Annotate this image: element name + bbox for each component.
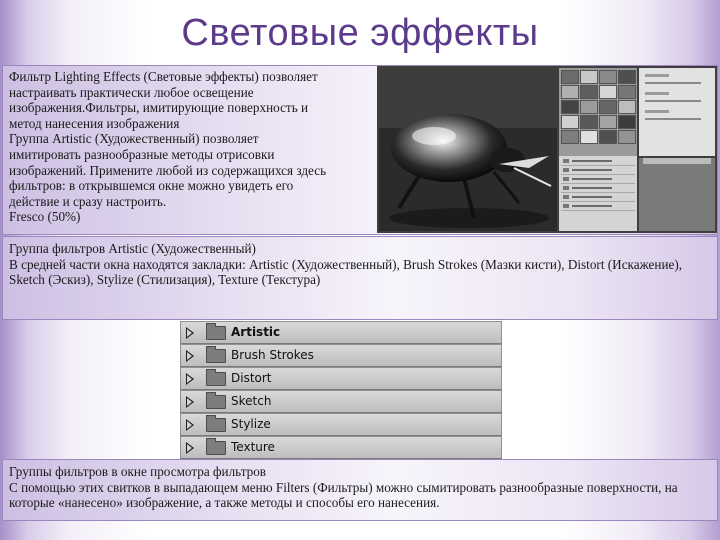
setting-label <box>645 74 669 77</box>
text-line: имитировать разнообразные методы отрисов… <box>9 146 275 162</box>
thumbnail[interactable] <box>599 100 617 114</box>
text-line: Фильтр Lighting Effects (Световые эффект… <box>9 69 318 84</box>
expand-triangle-icon[interactable] <box>186 327 194 339</box>
mini-row[interactable] <box>561 185 635 193</box>
text-line: действие и сразу настроить. <box>9 193 167 209</box>
section-heading: Группы фильтров в окне просмотра фильтро… <box>9 464 267 479</box>
setting-label <box>645 92 669 95</box>
folder-label: Texture <box>231 440 275 454</box>
thumbnail[interactable] <box>618 115 636 129</box>
folder-row-artistic[interactable]: Artistic <box>180 321 502 344</box>
folder-icon <box>206 323 226 340</box>
setting-slider[interactable] <box>645 118 701 120</box>
expand-triangle-icon[interactable] <box>186 350 194 362</box>
text-line: фильтров: в открывшемся окне можно увиде… <box>9 178 294 194</box>
filter-groups-text: Группы фильтров в окне просмотра фильтро… <box>9 464 709 511</box>
beetle-illustration <box>379 68 557 231</box>
expand-triangle-icon[interactable] <box>186 442 194 454</box>
folder-label: Distort <box>231 371 272 385</box>
folder-row-stylize[interactable]: Stylize <box>180 413 502 436</box>
folder-row-distort[interactable]: Distort <box>180 367 502 390</box>
artistic-group-text: Группа фильтров Artistic (Художественный… <box>9 241 709 288</box>
filter-settings-panel <box>639 68 715 156</box>
thumbnail[interactable] <box>561 70 579 84</box>
expand-triangle-icon[interactable] <box>186 396 194 408</box>
folder-label: Artistic <box>231 325 281 339</box>
thumbnail[interactable] <box>618 130 636 144</box>
preview-image <box>379 68 557 231</box>
thumbnail[interactable] <box>561 85 579 99</box>
text-line: изображений. Примените любой из содержащ… <box>9 162 327 178</box>
thumbnail[interactable] <box>580 130 598 144</box>
folder-row-brush-strokes[interactable]: Brush Strokes <box>180 344 502 367</box>
folder-label: Sketch <box>231 394 272 408</box>
mini-row[interactable] <box>561 194 635 202</box>
thumbnail[interactable] <box>599 85 617 99</box>
filter-thumbnails <box>559 68 637 156</box>
layer-panel <box>639 158 715 231</box>
folder-icon <box>206 369 226 386</box>
expand-triangle-icon[interactable] <box>186 373 194 385</box>
thumbnail[interactable] <box>580 85 598 99</box>
folder-icon <box>206 346 226 363</box>
folder-icon <box>206 438 226 455</box>
layer-row[interactable] <box>643 158 711 164</box>
lighting-effects-text: Фильтр Lighting Effects (Световые эффект… <box>9 69 379 225</box>
section-heading: Группа фильтров Artistic (Художественный… <box>9 241 256 256</box>
mini-row[interactable] <box>561 203 635 211</box>
thumbnail[interactable] <box>618 85 636 99</box>
setting-label <box>645 110 669 113</box>
text-line: Группа Artistic (Художественный) позволя… <box>9 131 259 147</box>
thumbnail[interactable] <box>599 130 617 144</box>
thumbnail[interactable] <box>618 100 636 114</box>
thumbnail[interactable] <box>580 115 598 129</box>
text-line: Fresco (50%) <box>9 209 81 225</box>
mini-row[interactable] <box>561 167 635 175</box>
folder-label: Stylize <box>231 417 271 431</box>
folder-label: Brush Strokes <box>231 348 314 362</box>
thumbnail[interactable] <box>561 100 579 114</box>
text-box-artistic-group: Группа фильтров Artistic (Художественный… <box>2 236 718 320</box>
thumbnail[interactable] <box>599 115 617 129</box>
thumbnail[interactable] <box>580 100 598 114</box>
slide-title: Световые эффекты <box>181 12 539 54</box>
text-line: метод нанесения изображения <box>9 115 180 131</box>
thumbnail[interactable] <box>561 130 579 144</box>
filter-folder-list: Artistic Brush Strokes Distort Sketch St… <box>180 321 502 459</box>
text-box-filter-groups: Группы фильтров в окне просмотра фильтро… <box>2 459 718 521</box>
text-line: изображения.Фильтры, имитирующие поверхн… <box>9 100 309 116</box>
folder-icon <box>206 392 226 409</box>
thumbnail[interactable] <box>561 115 579 129</box>
mini-row[interactable] <box>561 176 635 184</box>
thumbnail[interactable] <box>599 70 617 84</box>
folder-icon <box>206 415 226 432</box>
filter-gallery-screenshot <box>377 66 717 233</box>
thumbnail[interactable] <box>580 70 598 84</box>
thumbnail[interactable] <box>618 70 636 84</box>
slide: Световые эффекты Фильтр Lighting Effects… <box>0 0 720 540</box>
section-body: В средней части окна находятся закладки:… <box>9 256 683 288</box>
folder-row-texture[interactable]: Texture <box>180 436 502 459</box>
expand-triangle-icon[interactable] <box>186 419 194 431</box>
setting-slider[interactable] <box>645 82 701 84</box>
filter-folder-list-mini <box>559 156 637 231</box>
mini-row[interactable] <box>561 158 635 166</box>
text-line: настраивать практически любое освещение <box>9 84 254 100</box>
folder-row-sketch[interactable]: Sketch <box>180 390 502 413</box>
setting-slider[interactable] <box>645 100 701 102</box>
section-body: С помощью этих свитков в выпадающем меню… <box>9 479 678 511</box>
